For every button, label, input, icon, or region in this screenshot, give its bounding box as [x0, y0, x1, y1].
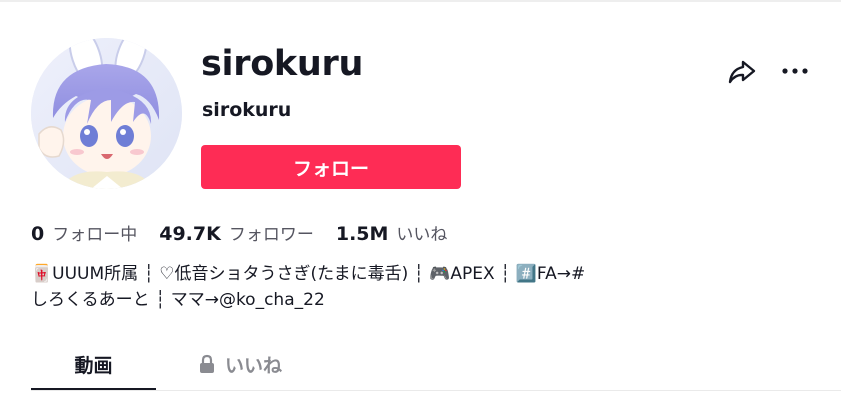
- top-divider: [0, 0, 841, 2]
- likes-label: いいね: [396, 224, 448, 245]
- follow-button[interactable]: フォロー: [201, 145, 461, 189]
- more-dots-icon[interactable]: [780, 56, 810, 86]
- followers-stat[interactable]: 49.7K フォロワー: [159, 220, 314, 245]
- likes-stat: 1.5M いいね: [336, 220, 448, 245]
- profile-stats: 0 フォロー中 49.7K フォロワー 1.5M いいね: [31, 218, 469, 246]
- following-stat[interactable]: 0 フォロー中: [31, 220, 137, 245]
- nickname: sirokuru: [202, 99, 292, 121]
- followers-label: フォロワー: [228, 224, 314, 245]
- following-count: 0: [31, 222, 45, 245]
- username: sirokuru: [201, 44, 364, 84]
- likes-count: 1.5M: [335, 222, 389, 245]
- share-arrow-icon[interactable]: [727, 56, 757, 86]
- tabs-divider: [31, 390, 841, 391]
- profile-tabs: 動画 いいね: [31, 340, 841, 392]
- tab-videos[interactable]: 動画: [31, 340, 156, 388]
- tab-likes-label: いいね: [225, 354, 283, 377]
- tab-likes[interactable]: いいね: [198, 340, 282, 388]
- tab-videos-label: 動画: [74, 354, 113, 377]
- following-label: フォロー中: [52, 224, 138, 245]
- followers-count: 49.7K: [159, 222, 221, 245]
- avatar[interactable]: [31, 38, 182, 189]
- bio-text: 🀄UUUM所属 ┆ ♡低音ショタうさぎ(たまに毒舌) ┆ 🎮APEX ┆ #️⃣…: [31, 264, 586, 310]
- avatar-image: [31, 38, 182, 189]
- lock-icon: [200, 354, 214, 373]
